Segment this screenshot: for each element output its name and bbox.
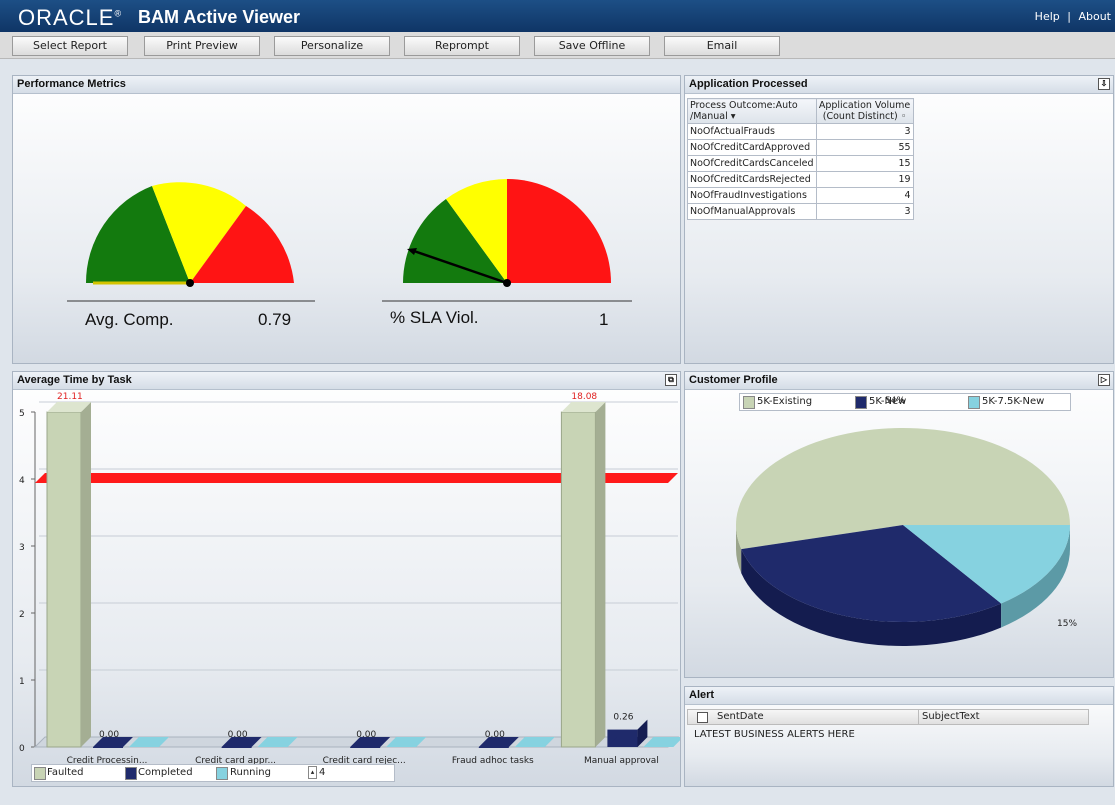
table-row: NoOfCreditCardsCanceled 15: [687, 155, 914, 172]
panel-title: Alert: [685, 687, 1113, 705]
data-label: 0.26: [613, 713, 633, 723]
data-label: 0.00: [356, 730, 376, 740]
x-tick-label: Manual approval: [584, 756, 659, 766]
table-row: NoOfCreditCardsRejected 19: [687, 171, 914, 188]
gauge-value: 0.79: [258, 310, 292, 329]
y-tick-label: 4: [19, 476, 25, 486]
legend-swatch: [125, 767, 137, 780]
panel-title: Application Processed ⇩: [685, 76, 1113, 94]
panel-title: Customer Profile ▷: [685, 372, 1113, 390]
x-tick-label: Fraud adhoc tasks: [452, 756, 534, 766]
bar-completed: [478, 747, 509, 748]
application-table: Process Outcome:Auto /Manual ▾ Applicati…: [687, 98, 914, 220]
bar-legend: Faulted Completed Running ▴ 4: [31, 764, 395, 782]
table-row: NoOfCreditCardApproved 55: [687, 139, 914, 156]
select-all-checkbox[interactable]: [697, 712, 708, 723]
sla-viol-gauge: [382, 179, 632, 302]
bar-completed: [221, 747, 252, 748]
legend-spin-value: 4: [319, 767, 326, 778]
customer-profile-panel: Customer Profile ▷ 5K-Existing 5K-New 5K…: [684, 371, 1114, 678]
table-row: NoOfFraudInvestigations 4: [687, 187, 914, 204]
panel-title-text: Customer Profile: [689, 374, 778, 386]
table-row: NoOfManualApprovals 3: [687, 203, 914, 220]
oracle-logo: ORACLE®: [18, 5, 123, 30]
column-header-volume[interactable]: Application Volume (Count Distinct) ◦: [815, 98, 914, 124]
data-label: 0.00: [485, 730, 505, 740]
top-links: Help | About: [1035, 10, 1111, 23]
column-header-sentdate[interactable]: SentDate: [717, 711, 764, 722]
y-tick-label: 3: [19, 543, 25, 553]
select-report-button[interactable]: Select Report: [12, 36, 128, 56]
help-link[interactable]: Help: [1035, 10, 1060, 23]
gauge-value: 1: [599, 310, 609, 329]
legend-label: Faulted: [47, 767, 84, 778]
alert-table-header: SentDate SubjectText: [687, 709, 1089, 725]
panel-title: Performance Metrics: [13, 76, 680, 94]
column-header-process[interactable]: Process Outcome:Auto /Manual ▾: [687, 98, 817, 124]
bar-faulted: [560, 411, 596, 748]
personalize-button[interactable]: Personalize: [274, 36, 390, 56]
average-time-panel: Average Time by Task ⧉ 0 1 2 3 4 5 21.11 0.00 Cr…: [12, 371, 681, 787]
print-preview-button[interactable]: Print Preview: [144, 36, 260, 56]
data-label: 18.08: [571, 392, 597, 402]
bar-completed: [350, 747, 381, 748]
y-tick-label: 1: [19, 677, 25, 687]
legend-label: Running: [230, 767, 271, 778]
reprompt-button[interactable]: Reprompt: [404, 36, 520, 56]
export-icon[interactable]: ⇩: [1098, 78, 1110, 90]
copy-icon[interactable]: ⧉: [665, 374, 677, 386]
data-label: 21.11: [57, 392, 83, 402]
bar-chart: 01234521.110.00Credit Processin...0.00Cr…: [19, 392, 680, 766]
y-tick-label: 2: [19, 610, 25, 620]
panel-title-text: Application Processed: [689, 78, 808, 90]
bar-faulted: [46, 411, 82, 748]
gauge-label: % SLA Viol.: [390, 308, 479, 327]
bar-faulted-side: [595, 402, 606, 747]
gauge-label: Avg. Comp.: [85, 310, 174, 329]
table-row: NoOfActualFrauds 3: [687, 123, 914, 140]
legend-swatch: [34, 767, 46, 780]
expand-icon[interactable]: ▷: [1098, 374, 1110, 386]
data-label: 0.00: [228, 730, 248, 740]
pie-value-label: 54%: [885, 396, 905, 406]
performance-metrics-panel: Performance Metrics Avg. Comp. 0.79 % SL…: [12, 75, 681, 364]
alert-message: LATEST BUSINESS ALERTS HERE: [694, 729, 855, 740]
pie-value-label: 15%: [1057, 619, 1077, 629]
legend-label: Completed: [138, 767, 193, 778]
save-offline-button[interactable]: Save Offline: [534, 36, 650, 56]
legend-spinner-icon[interactable]: ▴: [308, 766, 317, 779]
bar-completed: [93, 747, 123, 748]
app-header: ORACLE® BAM Active Viewer Help | About: [0, 0, 1115, 32]
data-label: 0.00: [99, 730, 119, 740]
alert-panel: Alert SentDate SubjectText LATEST BUSINE…: [684, 686, 1114, 787]
about-link[interactable]: About: [1078, 10, 1111, 23]
avg-comp-gauge: [67, 182, 315, 302]
bar-faulted-side: [81, 402, 91, 747]
app-title: BAM Active Viewer: [138, 7, 301, 27]
legend-swatch: [216, 767, 228, 780]
column-header-subjecttext[interactable]: SubjectText: [922, 711, 980, 722]
y-tick-label: 0: [19, 744, 25, 754]
application-processed-panel: Application Processed ⇩ Process Outcome:…: [684, 75, 1114, 364]
link-separator: |: [1067, 10, 1071, 23]
y-tick-label: 5: [19, 409, 25, 419]
email-button[interactable]: Email: [664, 36, 780, 56]
panel-title-text: Average Time by Task: [17, 374, 132, 386]
panel-title: Average Time by Task ⧉: [13, 372, 680, 390]
toolbar: Select Report Print Preview Personalize …: [0, 32, 1115, 59]
pie-chart: 54%31%15%: [736, 396, 1077, 646]
